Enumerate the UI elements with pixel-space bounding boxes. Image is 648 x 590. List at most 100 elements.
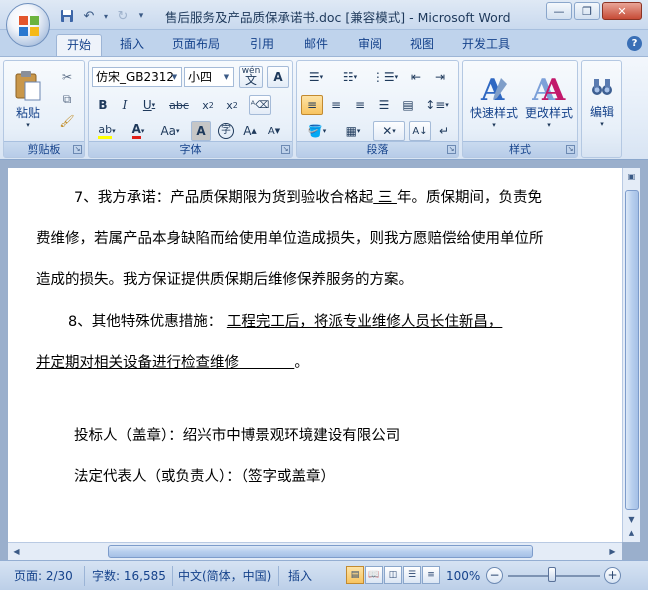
underline-button[interactable]: U ▾ (137, 95, 161, 115)
decrease-indent-icon: ⇤ (410, 70, 422, 84)
subscript-button[interactable]: x2 (197, 95, 219, 115)
web-layout-icon[interactable]: ◫ (384, 566, 402, 584)
zoom-out-icon[interactable]: − (486, 567, 503, 584)
justify-button[interactable]: ☰ (373, 95, 395, 115)
ruler-toggle-icon[interactable]: ▣ (623, 170, 640, 184)
align-right-button[interactable]: ≡ (349, 95, 371, 115)
save-icon[interactable] (58, 7, 76, 25)
quick-access-toolbar: ↶ ▾ ↻ ▾ (58, 6, 146, 26)
font-group-label: 字体 (89, 141, 292, 157)
tab-developer[interactable]: 开发工具 (452, 34, 520, 56)
vertical-scrollbar[interactable]: ▣ ▼ ▲ (622, 168, 640, 542)
show-hide-marks-button[interactable]: ↵ (433, 121, 455, 141)
vertical-scroll-thumb[interactable] (625, 190, 639, 510)
undo-dropdown-icon[interactable]: ▾ (102, 7, 110, 25)
print-layout-view-icon[interactable]: ▤ (346, 566, 364, 584)
align-center-button[interactable]: ≡ (325, 95, 347, 115)
editing-group: 编辑 ▾ (581, 60, 622, 158)
scroll-left-icon[interactable]: ◀ (8, 545, 25, 559)
paragraph-launcher-icon[interactable]: ↘ (447, 145, 456, 154)
decrease-indent-button[interactable]: ⇤ (405, 67, 427, 87)
styles-launcher-icon[interactable]: ↘ (566, 145, 575, 154)
highlight-button[interactable]: ab ▾ (93, 121, 121, 141)
document-page[interactable]: 7、我方承诺：产品质保期限为货到验收合格起 三 年。质保期间，负责免 费维修，若… (8, 168, 622, 542)
tab-home[interactable]: 开始 (56, 34, 103, 56)
tab-mailings[interactable]: 邮件 (294, 34, 338, 56)
format-painter-button[interactable]: 🖌 (56, 111, 78, 131)
restore-button[interactable]: ❐ (574, 2, 600, 20)
tab-page-layout[interactable]: 页面布局 (162, 34, 230, 56)
minimize-button[interactable]: — (546, 2, 572, 20)
enclose-characters-button[interactable]: 字 (215, 121, 237, 141)
italic-button[interactable]: I (115, 95, 135, 115)
change-styles-button[interactable]: A A 更改样式 ▾ (523, 65, 575, 137)
paragraph-line: 费维修，若属产品本身缺陷而给使用单位造成损失，则我方愿赔偿给使用单位所 (36, 231, 544, 247)
zoom-slider-thumb[interactable] (548, 567, 556, 582)
strikethrough-button[interactable]: abc (165, 95, 193, 115)
font-launcher-icon[interactable]: ↘ (281, 145, 290, 154)
phonetic-guide-button[interactable]: wén 文 (239, 66, 263, 88)
draft-view-icon[interactable]: ≡ (422, 566, 440, 584)
font-name-dropdown-icon[interactable]: ▼ (169, 69, 180, 85)
previous-page-icon[interactable]: ▲ (623, 526, 640, 540)
tab-references[interactable]: 引用 (240, 34, 284, 56)
zoom-in-icon[interactable]: + (604, 567, 621, 584)
grow-font-button[interactable]: A ▲ (239, 121, 261, 141)
font-color-button[interactable]: A ▾ (125, 121, 151, 141)
paste-button[interactable]: 粘贴 ▾ (10, 65, 46, 133)
tab-insert[interactable]: 插入 (110, 34, 154, 56)
font-size-combo[interactable]: 小四 ▼ (184, 67, 234, 87)
full-screen-reading-icon[interactable]: 📖 (365, 566, 383, 584)
language-indicator[interactable]: 中文(简体，中国) (178, 567, 271, 585)
zoom-level[interactable]: 100% (446, 567, 480, 585)
character-shading-button[interactable]: A (191, 121, 211, 141)
help-icon[interactable]: ? (627, 36, 642, 51)
numbering-button[interactable]: ☷ ▾ (335, 67, 365, 87)
clipboard-launcher-icon[interactable]: ↘ (73, 145, 82, 154)
word-count[interactable]: 字数: 16,585 (92, 567, 166, 585)
font-name-combo[interactable]: 仿宋_GB2312 ▼ (92, 67, 182, 87)
change-styles-icon: A A (532, 74, 566, 104)
clear-formatting-button[interactable]: ᴬ⌫ (249, 95, 271, 115)
copy-button[interactable]: ⧉ (56, 89, 78, 109)
multilevel-list-button[interactable]: ⋮☰ ▾ (369, 67, 401, 87)
font-size-dropdown-icon[interactable]: ▼ (221, 69, 232, 85)
increase-indent-button[interactable]: ⇥ (429, 67, 451, 87)
title-bar: ↶ ▾ ↻ ▾ 售后服务及产品质保承诺书.doc [兼容模式] - Micros… (0, 0, 648, 30)
cut-button[interactable]: ✂ (56, 67, 78, 87)
shading-button[interactable]: 🪣 ▾ (301, 121, 333, 141)
distributed-button[interactable]: ▤ (397, 95, 419, 115)
shrink-font-button[interactable]: A ▼ (263, 121, 285, 141)
office-button[interactable] (6, 3, 50, 47)
legal-representative-line: 法定代表人（或负责人）：（签字或盖章） (74, 469, 335, 485)
chinese-layout-button[interactable]: ✕ ▾ (373, 121, 405, 141)
enclose-characters-icon: 字 (218, 123, 234, 139)
undo-icon[interactable]: ↶ (80, 7, 98, 25)
insert-mode[interactable]: 插入 (288, 567, 312, 585)
horizontal-scroll-thumb[interactable] (108, 545, 533, 558)
font-group: 仿宋_GB2312 ▼ 小四 ▼ wén 文 A B I U ▾ abc x2 x2… (88, 60, 293, 158)
scroll-down-icon[interactable]: ▼ (623, 513, 640, 527)
bullets-button[interactable]: ☰ ▾ (301, 67, 331, 87)
quick-styles-button[interactable]: A 快速样式 ▾ (467, 65, 521, 137)
close-button[interactable]: ✕ (602, 2, 642, 20)
tab-view[interactable]: 视图 (400, 34, 444, 56)
sort-button[interactable]: A↓ (409, 121, 431, 141)
outline-view-icon[interactable]: ☰ (403, 566, 421, 584)
redo-icon[interactable]: ↻ (114, 7, 132, 25)
borders-button[interactable]: ▦ ▾ (337, 121, 369, 141)
character-border-button[interactable]: A (267, 66, 289, 88)
increase-indent-icon: ⇥ (434, 70, 446, 84)
horizontal-scrollbar[interactable]: ◀ ▶ (8, 542, 622, 560)
bold-button[interactable]: B (93, 95, 113, 115)
tab-review[interactable]: 审阅 (348, 34, 392, 56)
status-divider (84, 566, 85, 586)
editing-button[interactable]: 编辑 ▾ (584, 65, 620, 137)
customize-qat-icon[interactable]: ▾ (136, 7, 146, 25)
superscript-button[interactable]: x2 (221, 95, 243, 115)
scroll-right-icon[interactable]: ▶ (604, 545, 621, 559)
align-left-button[interactable]: ≡ (301, 95, 323, 115)
line-spacing-button[interactable]: ↕≡ ▾ (421, 95, 453, 115)
page-indicator[interactable]: 页面: 2/30 (14, 567, 73, 585)
change-case-button[interactable]: Aa ▾ (155, 121, 185, 141)
